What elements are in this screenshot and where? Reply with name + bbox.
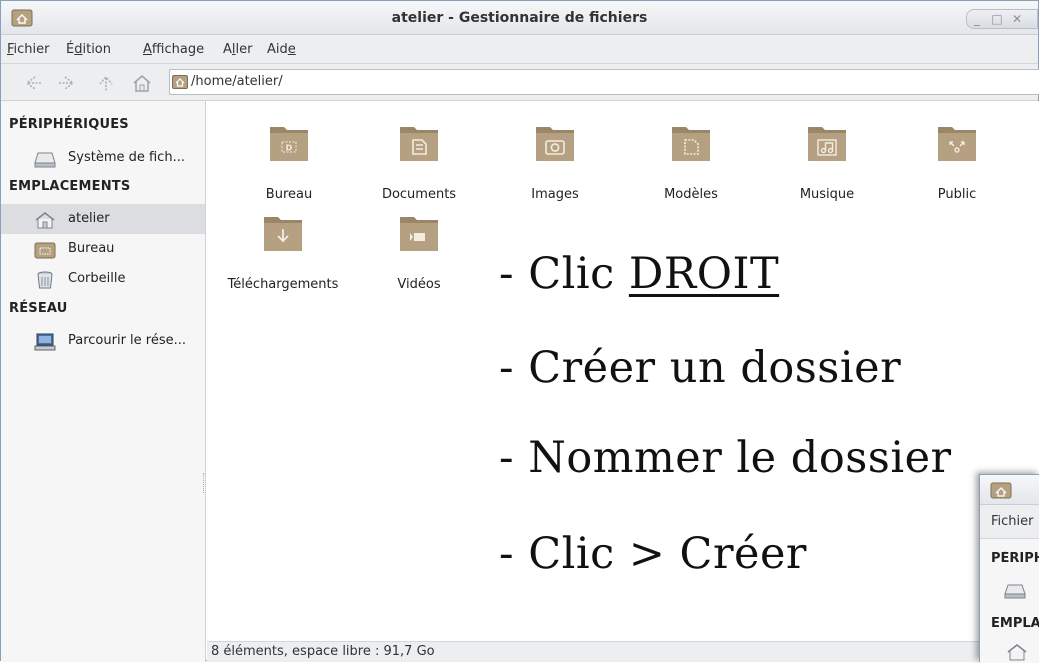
folder-item-images[interactable]: Images (485, 109, 625, 202)
folder-icon (938, 127, 976, 161)
sidebar-section-network: RÉSEAU (9, 301, 68, 316)
drive-icon (1004, 584, 1026, 599)
maximize-button[interactable]: □ (987, 10, 1007, 28)
folder-icon (536, 127, 574, 161)
sidebar-item-filesystem[interactable]: Système de fich... (1, 143, 205, 173)
folder-item-documents[interactable]: Documents (349, 109, 489, 202)
sidebar-item-bureau[interactable]: Bureau (1, 234, 205, 264)
sidebar-item-label: Bureau (68, 241, 115, 256)
sidebar-item-label: Système de fich... (68, 150, 185, 165)
file-manager-window: atelier - Gestionnaire de fichiers _ □ ✕ F… (0, 0, 1039, 663)
sidebar-item-trash[interactable]: Corbeille (1, 264, 205, 294)
status-bar: 8 éléments, espace libre : 91,7 Go (207, 641, 1039, 662)
forward-arrow-icon (59, 76, 75, 90)
folder-icon (808, 127, 846, 161)
sidebar-item-network[interactable]: Parcourir le rése... (1, 326, 205, 356)
trash-icon (37, 271, 53, 289)
folder-icon (400, 217, 438, 251)
folder-icon (264, 217, 302, 251)
home-folder-icon (172, 75, 188, 89)
location-bar[interactable]: /home/atelier/ (169, 69, 1039, 95)
sidebar-item-label: Parcourir le rése... (68, 333, 187, 348)
drive-icon (34, 152, 56, 168)
svg-text:D: D (286, 144, 293, 153)
overlay-title-bar[interactable] (980, 475, 1039, 505)
folder-name: Images (531, 187, 579, 202)
overlay-window[interactable]: Fichier PÉRIPHÉRIQUES EMPLACEMENTS (979, 474, 1039, 663)
home-folder-icon (990, 482, 1012, 499)
forward-button[interactable] (57, 73, 79, 93)
menu-help[interactable]: Aide (267, 42, 296, 57)
instruction-line-2: - Créer un dossier (499, 343, 902, 393)
folder-item-modeles[interactable]: Modèles (621, 109, 761, 202)
folder-icon (400, 127, 438, 161)
folder-item-videos[interactable]: Vidéos (349, 199, 489, 292)
folder-item-telechargements[interactable]: Téléchargements (213, 199, 353, 292)
close-button[interactable]: ✕ (1007, 10, 1027, 28)
folder-name: Modèles (664, 187, 718, 202)
home-icon (133, 75, 151, 92)
overlay-section-places: EMPLACEMENTS (991, 616, 1039, 631)
overlay-sidebar: PÉRIPHÉRIQUES EMPLACEMENTS (980, 539, 1039, 663)
sidebar-section-devices: PÉRIPHÉRIQUES (9, 117, 129, 132)
sidebar-item-label: Corbeille (68, 271, 126, 286)
toolbar: /home/atelier/ (1, 64, 1039, 101)
sidebar-item-atelier[interactable]: atelier (1, 204, 205, 234)
instruction-line-1: - Clic DROIT (499, 249, 780, 299)
back-button[interactable] (21, 73, 43, 93)
desktop-folder-icon (34, 242, 56, 259)
folder-icon (672, 127, 710, 161)
overlay-menu-file[interactable]: Fichier (980, 505, 1039, 539)
folder-item-bureau[interactable]: D Bureau (219, 109, 359, 202)
menu-view[interactable]: Affichage (143, 42, 204, 57)
window-controls: _ □ ✕ (966, 9, 1038, 29)
folder-item-musique[interactable]: Musique (757, 109, 897, 202)
minimize-button[interactable]: _ (967, 10, 987, 28)
window-title: atelier - Gestionnaire de fichiers (391, 10, 648, 26)
folder-name: Téléchargements (227, 277, 339, 292)
home-icon (1007, 644, 1027, 661)
title-bar[interactable]: atelier - Gestionnaire de fichiers _ □ ✕ (1, 1, 1038, 35)
sidebar-resize-handle[interactable] (203, 473, 206, 493)
sidebar: PÉRIPHÉRIQUES Système de fich... EMPLACE… (1, 101, 206, 662)
status-text: 8 éléments, espace libre : 91,7 Go (211, 644, 435, 659)
folder-name: Vidéos (397, 277, 441, 292)
instruction-line-4: - Clic > Créer (499, 529, 807, 579)
folder-item-public[interactable]: Public (887, 109, 1027, 202)
sidebar-item-label: atelier (68, 211, 110, 226)
up-button[interactable] (95, 73, 117, 93)
home-button[interactable] (131, 73, 153, 93)
sidebar-section-places: EMPLACEMENTS (9, 179, 131, 194)
menu-go[interactable]: Aller (223, 42, 253, 57)
network-icon (34, 333, 56, 351)
up-arrow-icon (99, 75, 113, 91)
folder-name: Public (937, 187, 977, 202)
back-arrow-icon (25, 76, 41, 90)
menu-edit[interactable]: Édition (66, 42, 111, 57)
menu-bar: Fichier Édition Affichage Aller Aide (1, 35, 1038, 64)
instruction-line-3: - Nommer le dossier (499, 433, 952, 483)
location-path: /home/atelier/ (191, 74, 283, 89)
folder-name: Musique (799, 187, 855, 202)
folder-icon: D (270, 127, 308, 161)
home-icon (35, 212, 55, 229)
menu-file[interactable]: Fichier (7, 42, 50, 57)
instruction-emphasis: DROIT (628, 249, 780, 299)
overlay-section-devices: PÉRIPHÉRIQUES (991, 551, 1039, 566)
